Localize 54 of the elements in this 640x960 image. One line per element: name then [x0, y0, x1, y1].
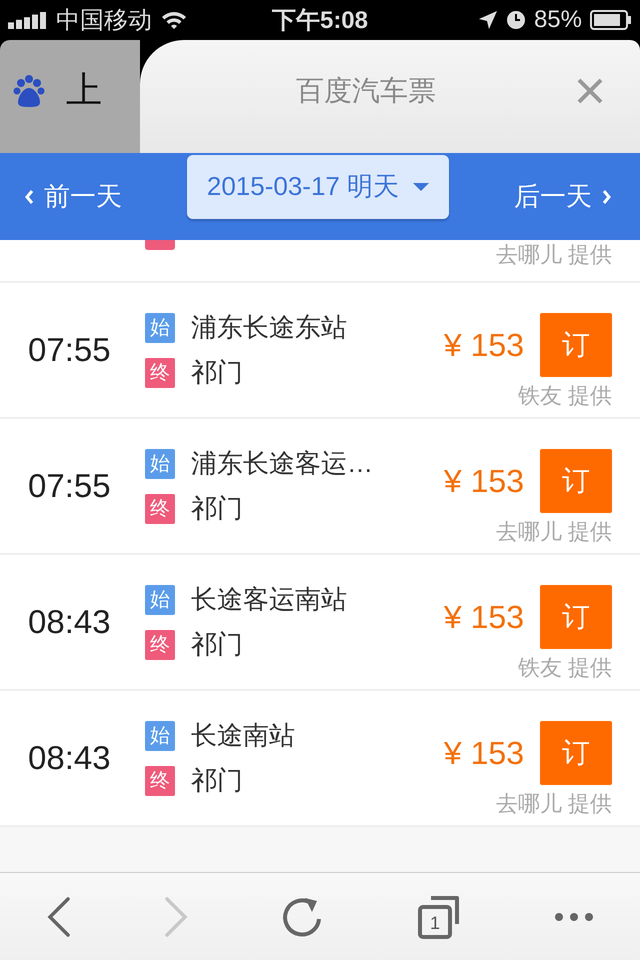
ticket-price: ¥ 153 — [444, 462, 524, 500]
ticket-price: ¥ 153 — [444, 598, 524, 636]
book-button[interactable]: 订 — [540, 449, 612, 513]
end-badge: 终 — [145, 358, 175, 388]
start-badge: 始 — [145, 720, 175, 750]
battery-icon — [590, 10, 632, 30]
chevron-right-icon — [602, 188, 612, 204]
book-button[interactable]: 订 — [540, 313, 612, 377]
destination-station: 祁门 — [191, 356, 243, 389]
departure-time: 08:43 — [28, 603, 112, 641]
destination-station: 祁门 — [191, 492, 243, 525]
origin-station: 浦东长途东站 — [191, 311, 347, 344]
start-badge: 始 — [145, 584, 175, 614]
caret-down-icon — [413, 182, 430, 192]
next-day-button[interactable]: 后一天 — [514, 179, 612, 214]
provider-label: 去哪儿 提供 — [496, 241, 612, 269]
ticket-price: ¥ 153 — [444, 734, 524, 772]
provider-label: 铁友 提供 — [518, 654, 612, 682]
provider-label: 去哪儿 提供 — [496, 518, 612, 546]
previous-day-button[interactable]: 前一天 — [24, 179, 122, 214]
chevron-left-icon — [24, 188, 34, 204]
date-dropdown[interactable]: 2015-03-17 明天 — [186, 154, 450, 218]
tab-title: 上 — [66, 68, 102, 112]
back-icon[interactable] — [46, 896, 72, 938]
destination-station: 祁门 — [191, 628, 243, 661]
ticket-price: ¥ 153 — [444, 326, 524, 364]
start-badge: 始 — [145, 448, 175, 478]
battery-percent: 85% — [534, 6, 582, 34]
departure-time: 08:43 — [28, 739, 112, 777]
origin-station: 长途南站 — [191, 719, 295, 752]
end-badge — [145, 240, 175, 250]
book-button[interactable]: 订 — [540, 721, 612, 785]
provider-label: 铁友 提供 — [518, 382, 612, 410]
end-badge: 终 — [145, 766, 175, 796]
paw-logo-icon — [12, 74, 46, 108]
alarm-clock-icon — [506, 10, 526, 30]
start-badge: 始 — [145, 312, 175, 342]
carrier-name: 中国移动 — [56, 6, 152, 36]
clock-time: 下午5:08 — [272, 6, 368, 36]
provider-label: 去哪儿 提供 — [496, 790, 612, 818]
departure-time: 07:55 — [28, 331, 112, 369]
page-title: 百度汽车票 — [296, 74, 436, 108]
background-tab[interactable]: 上 — [0, 40, 140, 153]
departure-time: 07:55 — [28, 467, 112, 505]
origin-station: 长途客运南站 — [191, 583, 347, 616]
more-icon[interactable] — [554, 912, 594, 922]
book-button[interactable]: 订 — [540, 585, 612, 649]
wifi-icon — [160, 10, 188, 30]
destination-station: 祁门 — [191, 764, 243, 797]
origin-station: 浦东长途客运… — [191, 447, 373, 480]
signal-icon — [8, 11, 48, 29]
end-badge: 终 — [145, 494, 175, 524]
end-badge: 终 — [145, 630, 175, 660]
location-arrow-icon — [478, 10, 498, 30]
